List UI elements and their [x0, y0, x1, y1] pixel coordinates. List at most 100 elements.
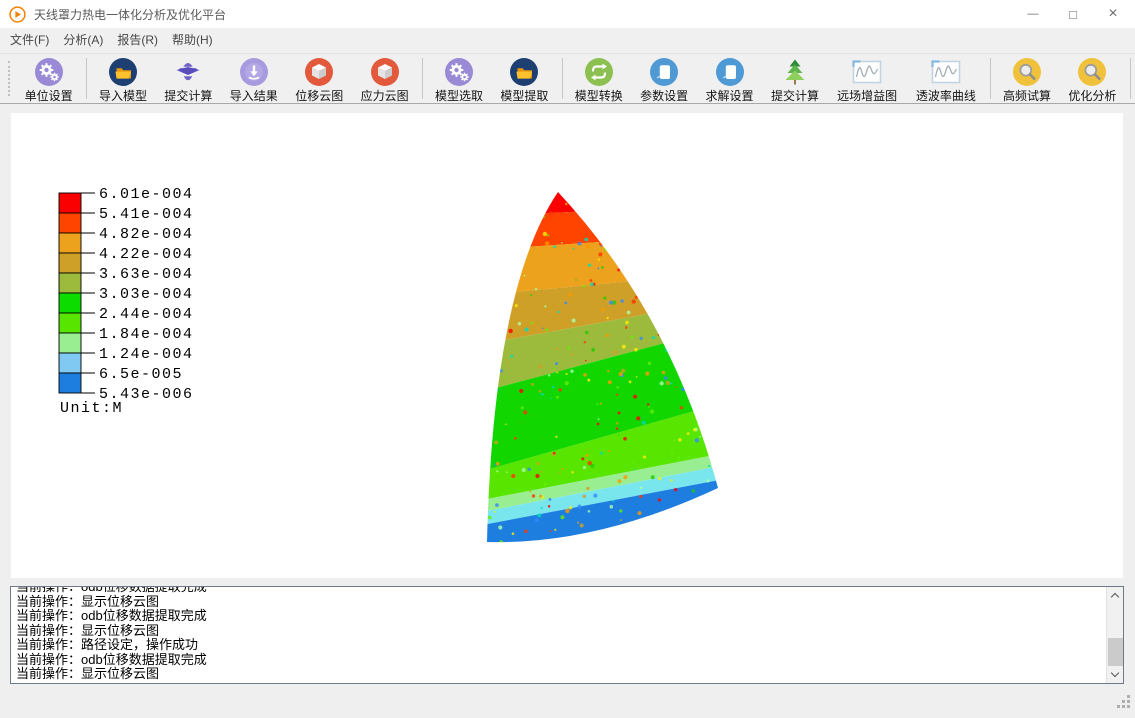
- toolbar-button-submit-calculation-hf[interactable]: 提交计算: [763, 54, 826, 103]
- contour-noise-dot: [675, 386, 677, 388]
- contour-noise-dot: [535, 288, 537, 290]
- contour-noise-dot: [652, 336, 655, 339]
- menu-item-analysis[interactable]: 分析(A): [56, 28, 110, 53]
- menu-item-report[interactable]: 报告(R): [110, 28, 165, 53]
- contour-noise-dot: [534, 541, 537, 544]
- toolbar-button-import-model[interactable]: 导入模型: [91, 54, 154, 103]
- toolbar-label-stress-contour: 应力云图: [361, 87, 409, 104]
- legend-value: 4.82e-004: [99, 226, 194, 243]
- contour-noise-dot: [726, 351, 729, 354]
- contour-noise-dot: [487, 368, 491, 372]
- contour-noise-dot: [621, 299, 624, 302]
- toolbar-button-model-selection[interactable]: 模型选取: [427, 54, 490, 103]
- contour-noise-dot: [496, 341, 499, 344]
- contour-noise-dot: [541, 393, 544, 396]
- contour-noise-dot: [693, 293, 696, 296]
- toolbar-label-parameter-settings: 参数设置: [640, 87, 688, 104]
- contour-noise-dot: [693, 228, 697, 232]
- contour-noise-dot: [724, 482, 726, 484]
- toolbar-button-parameter-settings[interactable]: 参数设置: [632, 54, 695, 103]
- contour-noise-dot: [539, 390, 542, 393]
- scroll-down-button[interactable]: [1107, 667, 1123, 683]
- contour-noise-dot: [608, 223, 611, 226]
- contour-noise-dot: [706, 250, 709, 253]
- contour-noise-dot: [593, 494, 597, 498]
- contour-noise-dot: [460, 284, 464, 288]
- contour-noise-dot: [670, 535, 672, 537]
- contour-noise-dot: [632, 299, 636, 303]
- menu-item-help[interactable]: 帮助(H): [165, 28, 220, 53]
- toolbar-button-solver-settings[interactable]: 求解设置: [698, 54, 761, 103]
- contour-noise-dot: [591, 464, 595, 468]
- contour-noise-dot: [634, 469, 636, 471]
- contour-noise-dot: [498, 333, 500, 335]
- contour-noise-dot: [674, 340, 678, 344]
- log-panel: 当前操作：odb位移数据提取完成当前操作：显示位移云图当前操作：odb位移数据提…: [10, 586, 1124, 684]
- contour-noise-dot: [645, 372, 649, 376]
- contour-noise-dot: [473, 467, 475, 469]
- contour-noise-dot: [619, 372, 623, 376]
- toolbar-button-hf-trial-calculation[interactable]: 高频试算: [995, 54, 1058, 103]
- contour-noise-dot: [583, 373, 587, 377]
- contour-noise-dot: [505, 296, 507, 298]
- legend-color-block: [59, 293, 81, 313]
- toolbar-button-transmittance-curve[interactable]: 透波率曲线: [908, 54, 985, 103]
- toolbar-label-optimization-analysis: 优化分析: [1068, 87, 1116, 104]
- contour-noise-dot: [726, 453, 730, 457]
- contour-noise-dot: [648, 406, 650, 408]
- window-controls: — □ ×: [1013, 0, 1133, 28]
- contour-noise-dot: [707, 406, 709, 408]
- contour-noise-dot: [565, 373, 567, 375]
- contour-noise-dot: [638, 511, 642, 515]
- scroll-up-button[interactable]: [1107, 587, 1123, 603]
- menu-item-file[interactable]: 文件(F): [3, 28, 56, 53]
- toolbar-button-stress-contour[interactable]: 应力云图: [353, 54, 416, 103]
- scrollbar-thumb[interactable]: [1108, 638, 1123, 666]
- contour-noise-dot: [738, 323, 740, 325]
- minimize-button[interactable]: —: [1013, 0, 1053, 28]
- contour-noise-dot: [599, 242, 603, 246]
- toolbar-button-unit-settings[interactable]: 单位设置: [17, 54, 80, 103]
- contour-noise-dot: [577, 505, 581, 509]
- contour-noise-dot: [699, 436, 701, 438]
- contour-noise-dot: [494, 511, 496, 513]
- log-scrollbar[interactable]: [1106, 587, 1123, 683]
- contour-noise-dot: [484, 305, 488, 309]
- contour-noise-dot: [722, 450, 725, 453]
- contour-noise-dot: [588, 264, 591, 267]
- contour-noise-dot: [530, 414, 533, 417]
- contour-noise-dot: [627, 311, 631, 315]
- toolbar-button-optimization-analysis[interactable]: 优化分析: [1061, 54, 1124, 103]
- toolbar-button-submit-calculation[interactable]: 提交计算: [157, 54, 220, 103]
- toolbar-label-model-selection: 模型选取: [435, 87, 483, 104]
- contour-noise-dot: [585, 244, 589, 248]
- contour-noise-dot: [632, 281, 636, 285]
- contour-noise-dot: [738, 352, 740, 354]
- contour-noise-dot: [570, 353, 573, 356]
- viewport-canvas[interactable]: 6.01e-0045.41e-0044.82e-0044.22e-0043.63…: [11, 113, 1123, 578]
- legend-value: 4.22e-004: [99, 246, 194, 263]
- contour-noise-dot: [701, 258, 703, 260]
- contour-noise-dot: [596, 531, 599, 534]
- toolbar-button-farfield-gain-plot[interactable]: 远场增益图: [829, 54, 906, 103]
- toolbar-separator: [990, 58, 991, 99]
- toolbar-button-model-extraction[interactable]: 模型提取: [493, 54, 556, 103]
- toolbar-button-model-conversion[interactable]: 模型转换: [567, 54, 630, 103]
- close-button[interactable]: ×: [1093, 0, 1133, 28]
- toolbar-label-import-model: 导入模型: [99, 87, 147, 104]
- toolbar-button-import-results[interactable]: 导入结果: [222, 54, 285, 103]
- toolbar-grip-icon: [8, 61, 12, 96]
- contour-noise-dot: [494, 441, 498, 445]
- antenna-tree-icon: [780, 57, 810, 87]
- contour-noise-dot: [559, 388, 562, 391]
- toolbar-button-displacement-contour[interactable]: 位移云图: [288, 54, 351, 103]
- contour-noise-dot: [655, 326, 657, 328]
- maximize-button[interactable]: □: [1053, 0, 1093, 28]
- contour-noise-dot: [511, 474, 515, 478]
- contour-noise-dot: [461, 434, 463, 436]
- contour-noise-dot: [575, 279, 577, 281]
- resize-grip-icon[interactable]: [1117, 695, 1131, 714]
- contour-noise-dot: [496, 462, 500, 466]
- legend-value: 2.44e-004: [99, 306, 194, 323]
- legend-value: 6.01e-004: [99, 186, 194, 203]
